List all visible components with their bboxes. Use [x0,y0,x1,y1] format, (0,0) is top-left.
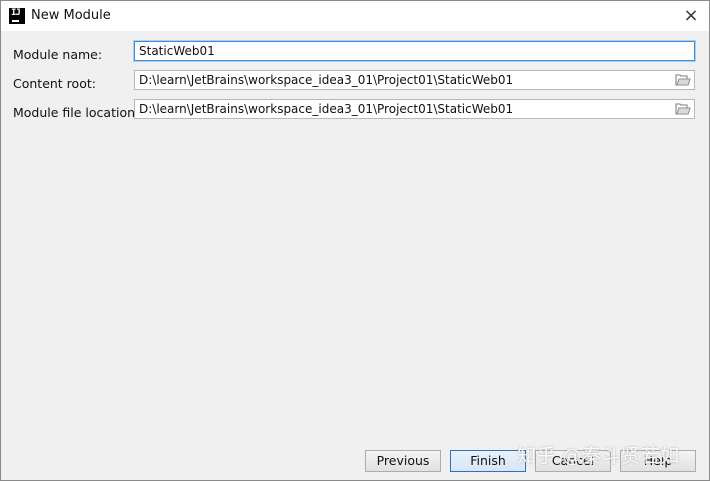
previous-button[interactable]: Previous [365,450,441,472]
watermark-text: 知乎 @秦斗贤若如 [517,445,680,467]
folder-open-icon[interactable] [675,102,691,116]
dialog-title: New Module [31,8,111,23]
module-file-location-label: Module file location: [13,105,140,120]
module-name-label: Module name: [13,47,103,62]
module-file-location-value: D:\learn\JetBrains\workspace_idea3_01\Pr… [139,102,514,116]
folder-open-icon[interactable] [675,73,691,87]
module-name-input[interactable]: StaticWeb01 [134,41,695,61]
content-root-input[interactable]: D:\learn\JetBrains\workspace_idea3_01\Pr… [134,70,695,90]
close-icon[interactable]: × [679,4,703,28]
content-root-value: D:\learn\JetBrains\workspace_idea3_01\Pr… [139,73,514,87]
module-file-location-input[interactable]: D:\learn\JetBrains\workspace_idea3_01\Pr… [134,99,695,119]
intellij-idea-icon: IJ [9,8,25,24]
finish-button[interactable]: Finish [450,450,526,472]
content-root-label: Content root: [13,76,96,91]
new-module-dialog: IJ New Module × Module name: StaticWeb01… [0,0,710,481]
module-name-value: StaticWeb01 [139,44,215,58]
title-bar[interactable]: IJ New Module × [1,1,709,31]
